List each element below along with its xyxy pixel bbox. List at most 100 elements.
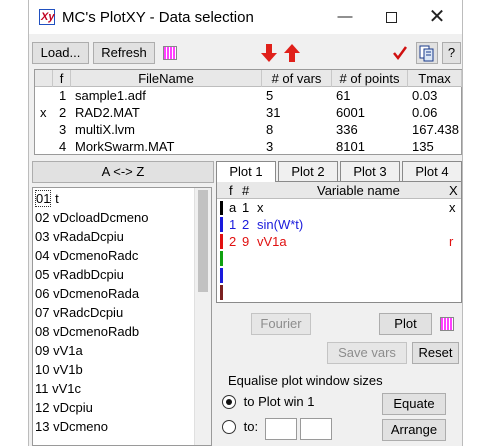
maximize-icon xyxy=(385,11,397,23)
list-item[interactable]: 02 vDcloadDcmeno xyxy=(35,209,148,226)
table-row[interactable]: 1 2 sin(W*t) xyxy=(217,216,461,233)
list-item[interactable]: 09 vV1a xyxy=(35,342,83,359)
table-row[interactable]: 4 MorkSwarm.MAT 3 8101 135 xyxy=(35,138,461,155)
column-header-vars[interactable]: # of vars xyxy=(262,70,332,87)
table-row[interactable]: x 2 RAD2.MAT 31 6001 0.06 xyxy=(35,104,461,121)
cell-tmax: 0.03 xyxy=(412,88,438,103)
cell-filename: MorkSwarm.MAT xyxy=(75,139,175,154)
radio-to-plot-win-1[interactable]: to Plot win 1 xyxy=(222,393,314,413)
minimize-button[interactable]: — xyxy=(322,0,368,34)
list-item[interactable]: 12 vDcpiu xyxy=(35,399,93,416)
variable-list-scrollbar[interactable] xyxy=(194,188,211,445)
column-header-filename[interactable]: FileName xyxy=(71,70,262,87)
cell-num: 2 xyxy=(242,217,250,232)
list-item[interactable]: 01 t xyxy=(35,190,59,207)
fourier-button[interactable]: Fourier xyxy=(251,313,311,335)
height-input[interactable] xyxy=(300,418,332,440)
plot-tabs: Plot 1 Plot 2 Plot 3 Plot 4 xyxy=(216,161,462,182)
column-header-f[interactable]: f xyxy=(53,70,71,87)
list-item[interactable]: 08 vDcmenoRadb xyxy=(35,323,139,340)
move-up-icon[interactable] xyxy=(282,42,302,64)
cell-points: 336 xyxy=(336,122,358,137)
arrange-button[interactable]: Arrange xyxy=(382,419,446,441)
empty-row-color-bar xyxy=(220,268,223,283)
close-button[interactable]: ✕ xyxy=(414,0,460,34)
table-row[interactable]: 1 sample1.adf 5 61 0.03 xyxy=(35,87,461,104)
series-color-bar xyxy=(220,201,223,215)
cell-variable-name: x xyxy=(257,200,264,215)
cell-tmax: 167.438 xyxy=(412,122,459,137)
cell-f: 1 xyxy=(59,88,67,103)
list-item[interactable]: 10 vV1b xyxy=(35,361,83,378)
maximize-button[interactable] xyxy=(368,0,414,34)
cell-vars: 31 xyxy=(266,105,281,120)
table-row[interactable]: a 1 x x xyxy=(217,199,461,216)
cell-filename: multiX.lvm xyxy=(75,122,135,137)
app-icon: Xy xyxy=(39,9,55,25)
cell-f: a xyxy=(229,200,237,215)
cell-mark xyxy=(38,121,53,138)
copy-files-button[interactable] xyxy=(416,42,438,64)
column-header-points[interactable]: # of points xyxy=(332,70,408,87)
cell-mark xyxy=(38,87,53,104)
list-item[interactable]: 03 vRadaDcpiu xyxy=(35,228,124,245)
variable-list[interactable]: 01 t 02 vDcloadDcmeno 03 vRadaDcpiu 04 v… xyxy=(32,187,212,446)
column-header-tmax[interactable]: Tmax xyxy=(408,70,462,87)
refresh-button[interactable]: Refresh xyxy=(93,42,155,64)
radio-button-selected[interactable] xyxy=(222,394,236,409)
cell-tmax: 0.06 xyxy=(412,105,438,120)
reset-button[interactable]: Reset xyxy=(412,342,459,364)
plot-color-swatch[interactable] xyxy=(440,317,454,331)
cell-f: 3 xyxy=(59,122,67,137)
list-item[interactable]: 13 vDcmeno xyxy=(35,418,108,435)
tab-plot-4[interactable]: Plot 4 xyxy=(402,161,462,181)
cell-filename: sample1.adf xyxy=(75,88,146,103)
tab-plot-3[interactable]: Plot 3 xyxy=(340,161,400,181)
title-bar[interactable]: Xy MC's PlotXY - Data selection — ✕ xyxy=(29,0,462,34)
series-color-bar xyxy=(220,217,223,232)
table-row[interactable]: 2 9 vV1a r xyxy=(217,233,461,250)
cell-vars: 8 xyxy=(266,122,274,137)
equalise-title: Equalise plot window sizes xyxy=(228,373,383,388)
cell-variable-name: sin(W*t) xyxy=(257,217,304,232)
tab-plot-1[interactable]: Plot 1 xyxy=(216,161,276,182)
list-item[interactable]: 07 vRadcDcpiu xyxy=(35,304,123,321)
column-header-mark xyxy=(35,70,53,87)
radio-button[interactable] xyxy=(222,419,236,434)
file-table-header: f FileName # of vars # of points Tmax xyxy=(35,70,462,87)
sort-toggle-button[interactable]: A <-> Z xyxy=(32,161,214,183)
cell-filename: RAD2.MAT xyxy=(75,105,140,120)
width-input[interactable] xyxy=(265,418,297,440)
plot-button[interactable]: Plot xyxy=(379,313,432,335)
load-button[interactable]: Load... xyxy=(32,42,89,64)
radio-label: to Plot win 1 xyxy=(243,394,315,410)
list-item[interactable]: 04 vDcmenoRadc xyxy=(35,247,138,264)
scrollbar-thumb[interactable] xyxy=(198,190,208,292)
cell-points: 61 xyxy=(336,88,351,103)
series-color-bar xyxy=(220,234,223,249)
column-header-x: X xyxy=(449,183,458,198)
list-item[interactable]: 11 vV1c xyxy=(35,380,81,397)
list-item[interactable]: 06 vDcmenoRada xyxy=(35,285,139,302)
list-item[interactable]: 05 vRadbDcpiu xyxy=(35,266,124,283)
move-down-icon[interactable] xyxy=(259,42,279,64)
cell-tmax: 135 xyxy=(412,139,434,154)
radio-label: to: xyxy=(243,419,259,435)
file-table[interactable]: f FileName # of vars # of points Tmax 1 … xyxy=(34,69,462,155)
column-header-variable-name: Variable name xyxy=(317,183,400,198)
equate-button[interactable]: Equate xyxy=(382,393,446,415)
plot-variable-table[interactable]: f # Variable name X a 1 x x 1 2 sin(W*t)… xyxy=(216,181,462,303)
cell-num: 9 xyxy=(242,234,250,249)
table-row[interactable]: 3 multiX.lvm 8 336 167.438 xyxy=(35,121,461,138)
save-vars-button[interactable]: Save vars xyxy=(327,342,407,364)
column-header-f: f xyxy=(229,183,233,198)
color-swatch-button[interactable] xyxy=(163,46,177,60)
data-selection-window: Xy MC's PlotXY - Data selection — ✕ Load… xyxy=(28,0,463,446)
cell-f: 1 xyxy=(229,217,237,232)
check-icon[interactable] xyxy=(391,43,409,63)
help-button[interactable]: ? xyxy=(442,42,461,64)
cell-f: 2 xyxy=(59,105,67,120)
empty-row-color-bar xyxy=(220,251,223,266)
tab-plot-2[interactable]: Plot 2 xyxy=(278,161,338,181)
radio-to-size[interactable]: to: xyxy=(222,418,258,440)
